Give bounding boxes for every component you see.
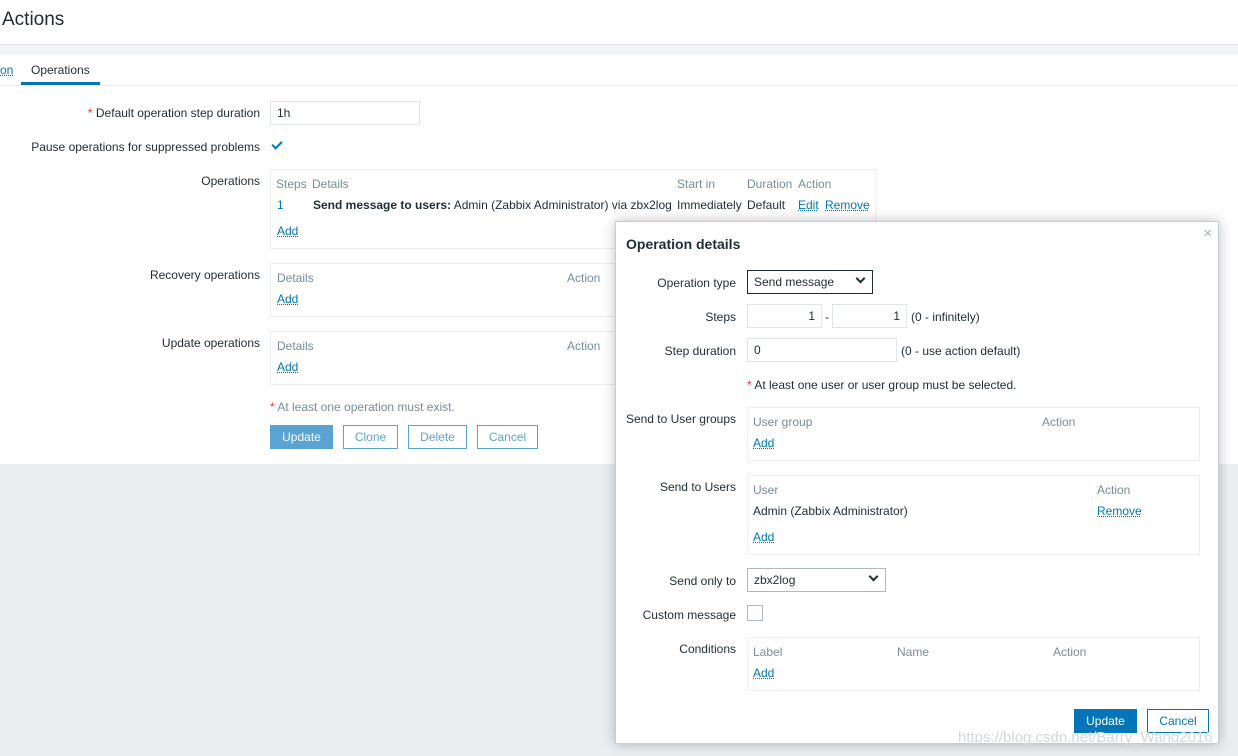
step-duration-input[interactable]: [270, 101, 420, 125]
steps-separator: -: [825, 310, 829, 324]
col-action: Action: [567, 271, 601, 285]
add-user-group-link[interactable]: Add: [753, 436, 774, 450]
col-user: User: [753, 483, 779, 497]
col-duration: Duration: [747, 177, 793, 191]
steps-hint: (0 - infinitely): [911, 310, 980, 324]
delete-button[interactable]: Delete: [408, 425, 467, 449]
row-steps: 1: [277, 198, 284, 212]
remove-user-link[interactable]: Remove: [1097, 504, 1142, 518]
col-details: Details: [277, 339, 314, 353]
operation-type-select[interactable]: Send message: [747, 270, 873, 294]
user-groups-label: Send to User groups: [625, 412, 736, 426]
dialog-title: Operation details: [626, 236, 741, 252]
pause-label: Pause operations for suppressed problems: [31, 140, 260, 154]
step-duration-label: * Default operation step duration: [87, 106, 260, 120]
user-groups-table: User group Action Add: [747, 407, 1200, 461]
conditions-label: Conditions: [679, 642, 736, 656]
operation-type-label: Operation type: [657, 276, 736, 290]
tab-action[interactable]: on: [0, 63, 13, 77]
remove-operation-link[interactable]: Remove: [825, 198, 870, 212]
add-user-link[interactable]: Add: [753, 530, 774, 544]
pause-checkbox[interactable]: [270, 138, 286, 154]
send-only-to-label: Send only to: [669, 574, 736, 588]
custom-message-label: Custom message: [642, 608, 736, 622]
watermark: https://blog.csdn.net/Barry_Wang2016: [958, 729, 1213, 746]
user-name: Admin (Zabbix Administrator): [753, 504, 908, 518]
add-condition-link[interactable]: Add: [753, 666, 774, 680]
col-action: Action: [798, 177, 832, 191]
update-operations-label: Update operations: [161, 336, 260, 350]
col-action: Action: [567, 339, 601, 353]
edit-operation-link[interactable]: Edit: [798, 198, 819, 212]
operations-required-note: * At least one operation must exist.: [270, 400, 455, 414]
col-user-group: User group: [753, 415, 813, 429]
operation-details-dialog: Operation details × Operation type Send …: [615, 221, 1219, 744]
col-label: Label: [753, 645, 783, 659]
row-start-in: Immediately: [677, 198, 742, 212]
add-recovery-operation-link[interactable]: Add: [277, 292, 298, 306]
col-start-in: Start in: [677, 177, 716, 191]
add-update-operation-link[interactable]: Add: [277, 360, 298, 374]
page-title: Actions: [2, 9, 65, 30]
dialog-step-duration-label: Step duration: [664, 344, 736, 358]
col-action: Action: [1097, 483, 1131, 497]
active-tab-indicator: [21, 82, 100, 85]
tab-operations[interactable]: Operations: [31, 63, 90, 77]
row-duration: Default: [747, 198, 786, 212]
recovery-operations-label: Recovery operations: [149, 268, 260, 282]
add-operation-link[interactable]: Add: [277, 224, 298, 238]
col-action: Action: [1053, 645, 1087, 659]
tab-bar: on Operations: [0, 55, 1238, 86]
chevron-down-icon: [868, 571, 879, 582]
close-icon[interactable]: ×: [1203, 225, 1212, 242]
operations-label: Operations: [201, 174, 260, 188]
cancel-button[interactable]: Cancel: [477, 425, 538, 449]
col-details: Details: [277, 271, 314, 285]
chevron-down-icon: [855, 273, 866, 284]
update-button[interactable]: Update: [270, 425, 333, 449]
step-duration-hint: (0 - use action default): [901, 344, 1021, 358]
page-header: Actions: [0, 0, 1238, 44]
steps-from-input[interactable]: [747, 304, 822, 328]
custom-message-checkbox[interactable]: [747, 605, 763, 621]
steps-label: Steps: [705, 310, 736, 324]
col-action: Action: [1042, 415, 1076, 429]
dialog-step-duration-input[interactable]: [747, 338, 897, 362]
steps-to-input[interactable]: [832, 304, 907, 328]
users-label: Send to Users: [659, 480, 736, 494]
clone-button[interactable]: Clone: [343, 425, 398, 449]
recipient-required-note: * At least one user or user group must b…: [747, 378, 1017, 392]
row-details: Send message to users: Admin (Zabbix Adm…: [313, 198, 672, 212]
users-table: User Action Admin (Zabbix Administrator)…: [747, 475, 1200, 555]
col-details: Details: [312, 177, 349, 191]
send-only-to-select[interactable]: zbx2log: [747, 568, 886, 592]
check-icon: [271, 138, 283, 150]
required-marker: *: [87, 106, 93, 120]
header-divider: [0, 44, 1238, 55]
col-steps: Steps: [276, 177, 307, 191]
conditions-table: Label Name Action Add: [747, 637, 1200, 691]
col-name: Name: [897, 645, 930, 659]
